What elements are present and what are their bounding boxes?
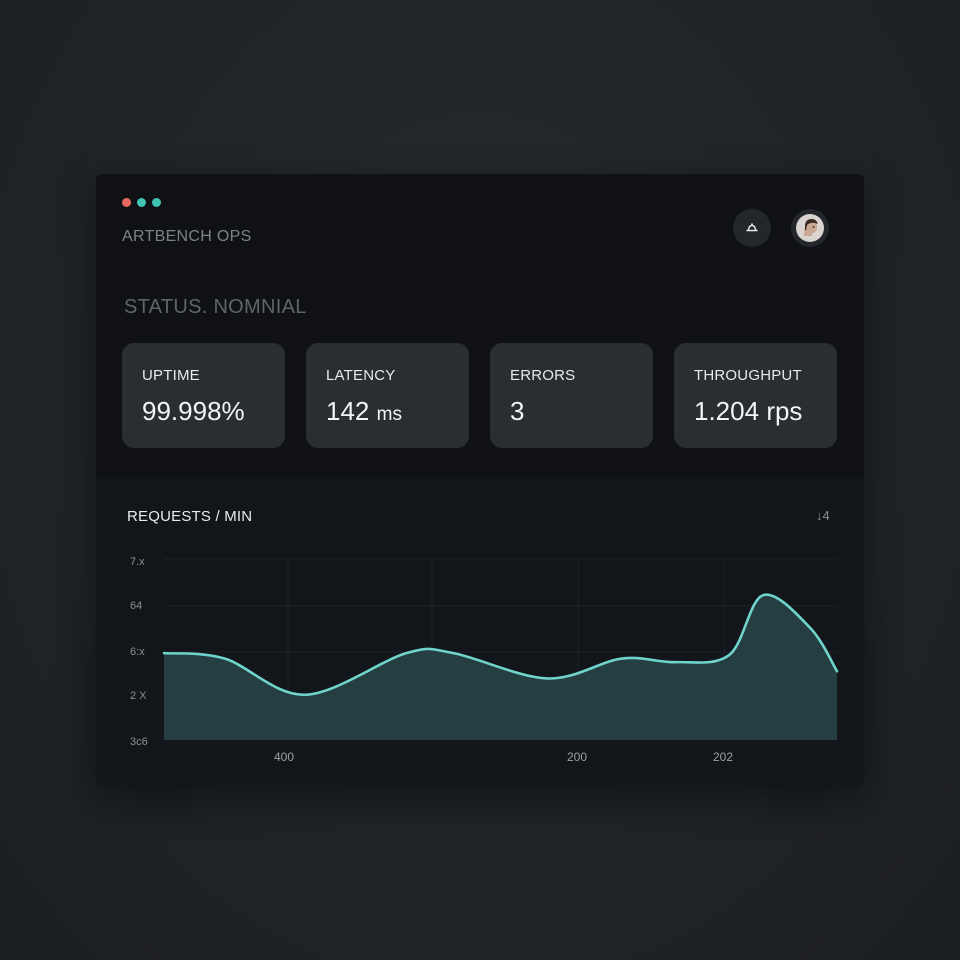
y-tick-label: 3c6	[130, 736, 148, 748]
x-tick-label: 400	[274, 750, 294, 764]
y-tick-label: 7.x	[130, 556, 145, 568]
x-tick-label: 200	[567, 750, 587, 764]
requests-chart: 7.x 64 6:x 2 X 3c6 400 200 202	[130, 556, 839, 764]
y-tick-label: 64	[130, 600, 142, 612]
dashboard-window: ARTBENCH OPS STATUS. NOMNIAL UPTIME 99.9…	[96, 174, 864, 785]
x-tick-label: 202	[713, 750, 733, 764]
y-tick-label: 6:x	[130, 646, 145, 658]
y-tick-label: 2 X	[130, 690, 147, 702]
